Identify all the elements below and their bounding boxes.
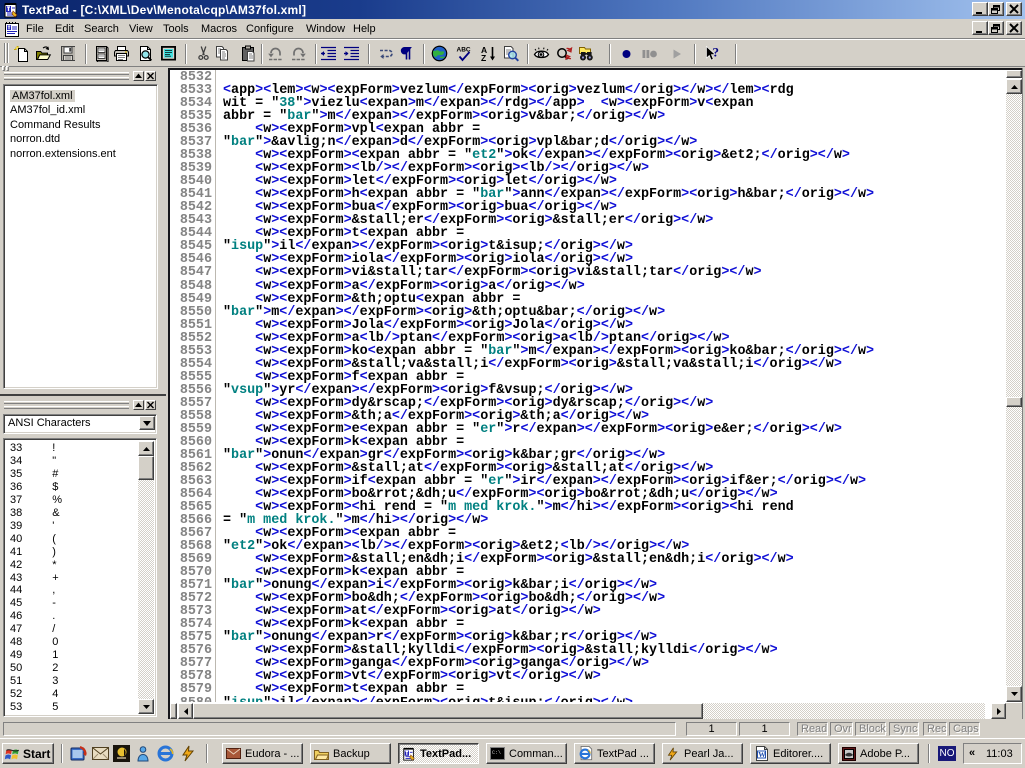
svg-text:Z: Z bbox=[481, 53, 486, 62]
svg-text:?: ? bbox=[713, 45, 720, 60]
svg-text:C:\: C:\ bbox=[492, 750, 501, 756]
svg-text:W: W bbox=[758, 750, 766, 759]
